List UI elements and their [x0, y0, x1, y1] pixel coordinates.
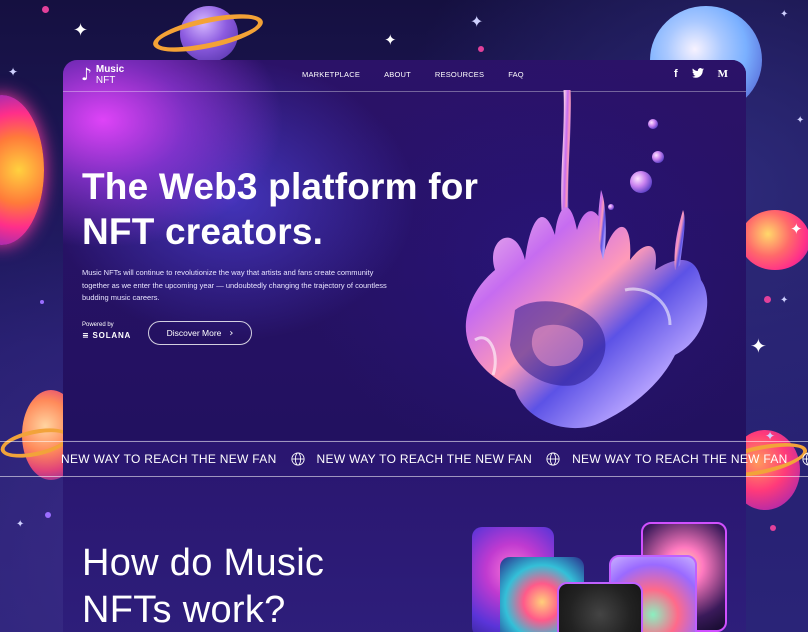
marquee-text: NEW WAY TO REACH THE NEW FAN [61, 452, 277, 466]
glow-dot [45, 512, 51, 518]
sparkle-star-icon: ✦ [796, 115, 805, 126]
glow-dot [764, 296, 771, 303]
logo[interactable]: ♪ Music NFT [81, 64, 124, 86]
sparkle-star-icon: ✦ [73, 20, 89, 41]
discover-more-label: Discover More [166, 328, 222, 338]
logo-line1: Music [95, 64, 125, 75]
facebook-icon[interactable]: f [674, 68, 678, 81]
logo-text: Music NFT [96, 64, 124, 86]
hero-title: The Web3 platform for NFT creators. [82, 164, 478, 254]
logo-line2: NFT [95, 75, 116, 86]
planet-top-left-decoration [0, 95, 44, 245]
menu-item-resources[interactable]: RESOURCES [435, 70, 484, 79]
liquid-sculpture-illustration [465, 90, 708, 429]
globe-icon [802, 452, 808, 466]
section-heading: How do Music NFTs work? [82, 540, 324, 632]
top-navigation: ♪ Music NFT MARKETPLACE ABOUT RESOURCES … [63, 60, 746, 92]
solana-brand-text: SOLANA [92, 331, 132, 340]
planet-right-decoration [740, 210, 808, 270]
landing-card: ♪ Music NFT MARKETPLACE ABOUT RESOURCES … [63, 60, 746, 632]
marquee-text: NEW WAY TO REACH THE NEW FAN [572, 452, 788, 466]
section-heading-line2: NFTs work? [82, 589, 286, 631]
section-heading-line1: How do Music [82, 542, 325, 584]
music-note-icon: ♪ [81, 65, 92, 85]
globe-icon [546, 452, 560, 466]
sparkle-star-icon: ✦ [790, 220, 803, 238]
marquee-text: NEW WAY TO REACH THE NEW FAN [316, 452, 533, 466]
sparkle-star-icon: ✦ [750, 334, 767, 358]
powered-by-label: Powered by [82, 322, 114, 328]
menu-item-faq[interactable]: FAQ [508, 70, 524, 79]
nft-card-artwork-5[interactable] [557, 582, 643, 632]
marquee-item: NEW WAY TO REACH THE NEW FAN [572, 452, 808, 466]
main-menu: MARKETPLACE ABOUT RESOURCES FAQ [302, 70, 524, 79]
sparkle-star-icon: ✦ [384, 31, 397, 49]
solana-brand: ≡ SOLANA [82, 331, 131, 340]
glow-dot [42, 6, 49, 13]
menu-item-about[interactable]: ABOUT [384, 70, 411, 79]
globe-icon [290, 452, 305, 466]
solana-logo-icon: ≡ [82, 331, 90, 340]
twitter-icon[interactable] [691, 68, 704, 81]
medium-icon[interactable]: M [718, 68, 728, 81]
sparkle-star-icon: ✦ [8, 65, 19, 79]
discover-more-button[interactable]: Discover More › [148, 321, 252, 345]
sparkle-star-icon: ✦ [16, 519, 25, 530]
sparkle-star-icon: ✦ [780, 295, 789, 306]
glow-dot [770, 525, 776, 531]
sparkle-star-icon: ✦ [780, 9, 789, 20]
social-links: f M [674, 68, 728, 81]
hero-description: Music NFTs will continue to revolutioniz… [82, 268, 387, 302]
menu-item-marketplace[interactable]: MARKETPLACE [302, 70, 360, 79]
marquee-item: NEW WAY TO REACH THE NEW FAN [61, 452, 317, 466]
hero-title-line1: The Web3 platform for [82, 166, 479, 207]
glow-dot [478, 46, 484, 52]
marquee-banner: NEW WAY TO REACH THE NEW FAN NEW WAY TO … [0, 441, 808, 477]
sparkle-star-icon: ✦ [470, 12, 484, 31]
hero-title-line2: NFT creators. [82, 211, 324, 252]
marquee-item: NEW WAY TO REACH THE NEW FAN [317, 452, 573, 466]
chevron-right-icon: › [229, 327, 234, 339]
glow-dot [40, 300, 44, 304]
